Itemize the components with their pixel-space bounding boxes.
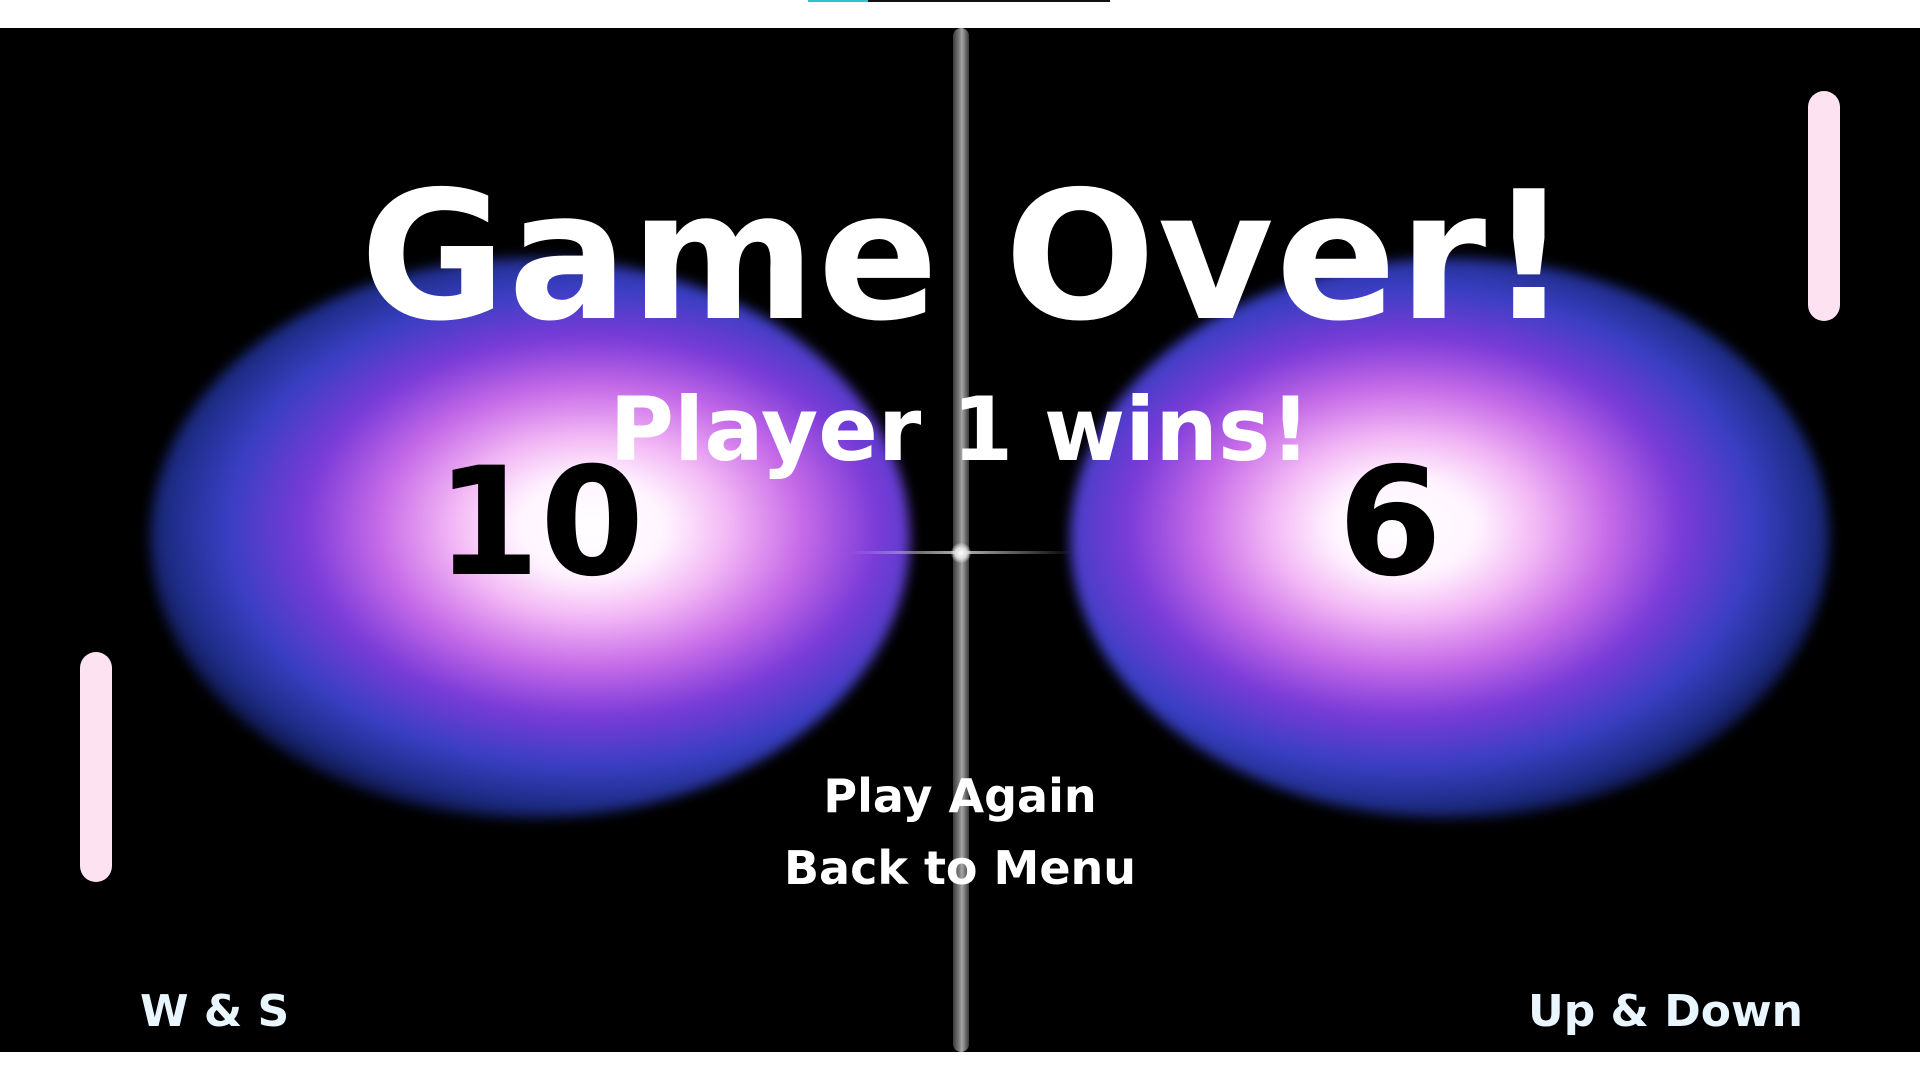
play-again-button[interactable]: Play Again: [760, 773, 1160, 819]
back-to-menu-button[interactable]: Back to Menu: [760, 845, 1160, 891]
paddle-player2: [1808, 91, 1840, 321]
controls-player2: Up & Down: [1528, 986, 1803, 1037]
winner-text: Player 1 wins!: [609, 378, 1311, 481]
paddle-player1: [80, 652, 112, 882]
top-bar: [0, 0, 1920, 28]
game-arena: 10 6 Game Over! Player 1 wins! Play Agai…: [0, 28, 1920, 1052]
bottom-bar: [0, 1052, 1920, 1080]
ball: [951, 543, 971, 563]
progress-bar: [808, 0, 1110, 2]
game-over-title: Game Over!: [360, 153, 1572, 360]
progress-bar-fill: [808, 0, 869, 2]
controls-player1: W & S: [140, 986, 290, 1037]
